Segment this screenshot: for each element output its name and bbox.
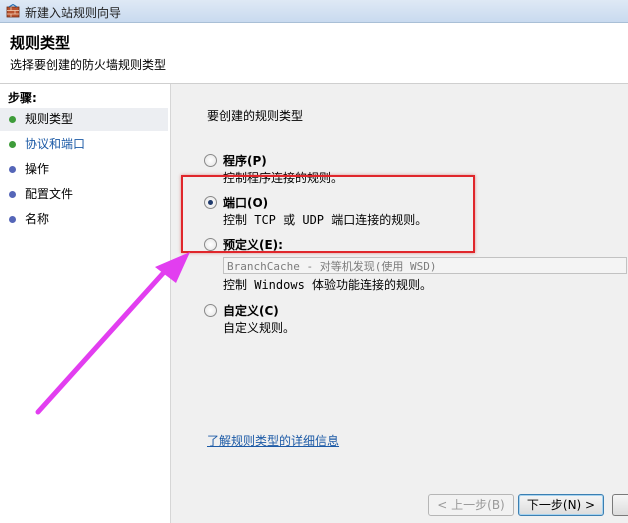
annotation-highlight-box	[181, 175, 475, 253]
step-status-icon	[9, 141, 16, 148]
step-protocol-and-ports[interactable]: 协议和端口	[0, 133, 168, 156]
firewall-icon	[6, 4, 20, 18]
steps-heading: 步骤:	[8, 91, 37, 105]
program-option-label[interactable]: 程序(P)	[223, 152, 267, 169]
step-status-icon	[9, 116, 16, 123]
rule-type-prompt: 要创建的规则类型	[207, 109, 304, 123]
predefined-rule-select[interactable]: BranchCache - 对等机发现(使用 WSD)	[223, 257, 627, 274]
page-title: 规则类型	[10, 34, 71, 52]
step-label: 操作	[25, 162, 50, 176]
title-bar: 新建入站规则向导	[0, 0, 628, 23]
custom-option-label[interactable]: 自定义(C)	[223, 302, 279, 319]
program-radio[interactable]	[204, 154, 217, 167]
steps-panel: 步骤: 规则类型 协议和端口 操作 配置文件 名称	[0, 84, 171, 523]
step-status-icon	[9, 191, 16, 198]
rule-type-content: 要创建的规则类型 程序(P) 控制程序连接的规则。 端口(O) 控制 TCP 或…	[171, 84, 628, 523]
step-action: 操作	[0, 158, 168, 181]
next-button[interactable]: 下一步(N) >	[518, 494, 604, 516]
step-name: 名称	[0, 208, 168, 231]
predefined-option-description: 控制 Windows 体验功能连接的规则。	[223, 278, 433, 292]
step-status-icon	[9, 216, 16, 223]
step-status-icon	[9, 166, 16, 173]
step-label: 协议和端口	[25, 137, 86, 151]
step-profile: 配置文件	[0, 183, 168, 206]
custom-option-description: 自定义规则。	[223, 321, 296, 335]
step-rule-type[interactable]: 规则类型	[0, 108, 168, 131]
wizard-header: 规则类型 选择要创建的防火墙规则类型	[0, 23, 628, 84]
custom-radio[interactable]	[204, 304, 217, 317]
back-button[interactable]: < 上一步(B)	[428, 494, 514, 516]
step-label: 规则类型	[25, 112, 74, 126]
page-subtitle: 选择要创建的防火墙规则类型	[10, 58, 167, 72]
window-title: 新建入站规则向导	[25, 6, 122, 20]
cancel-button-partial[interactable]	[612, 494, 628, 516]
step-label: 配置文件	[25, 187, 74, 201]
learn-more-link[interactable]: 了解规则类型的详细信息	[207, 432, 339, 449]
step-label: 名称	[25, 212, 50, 226]
